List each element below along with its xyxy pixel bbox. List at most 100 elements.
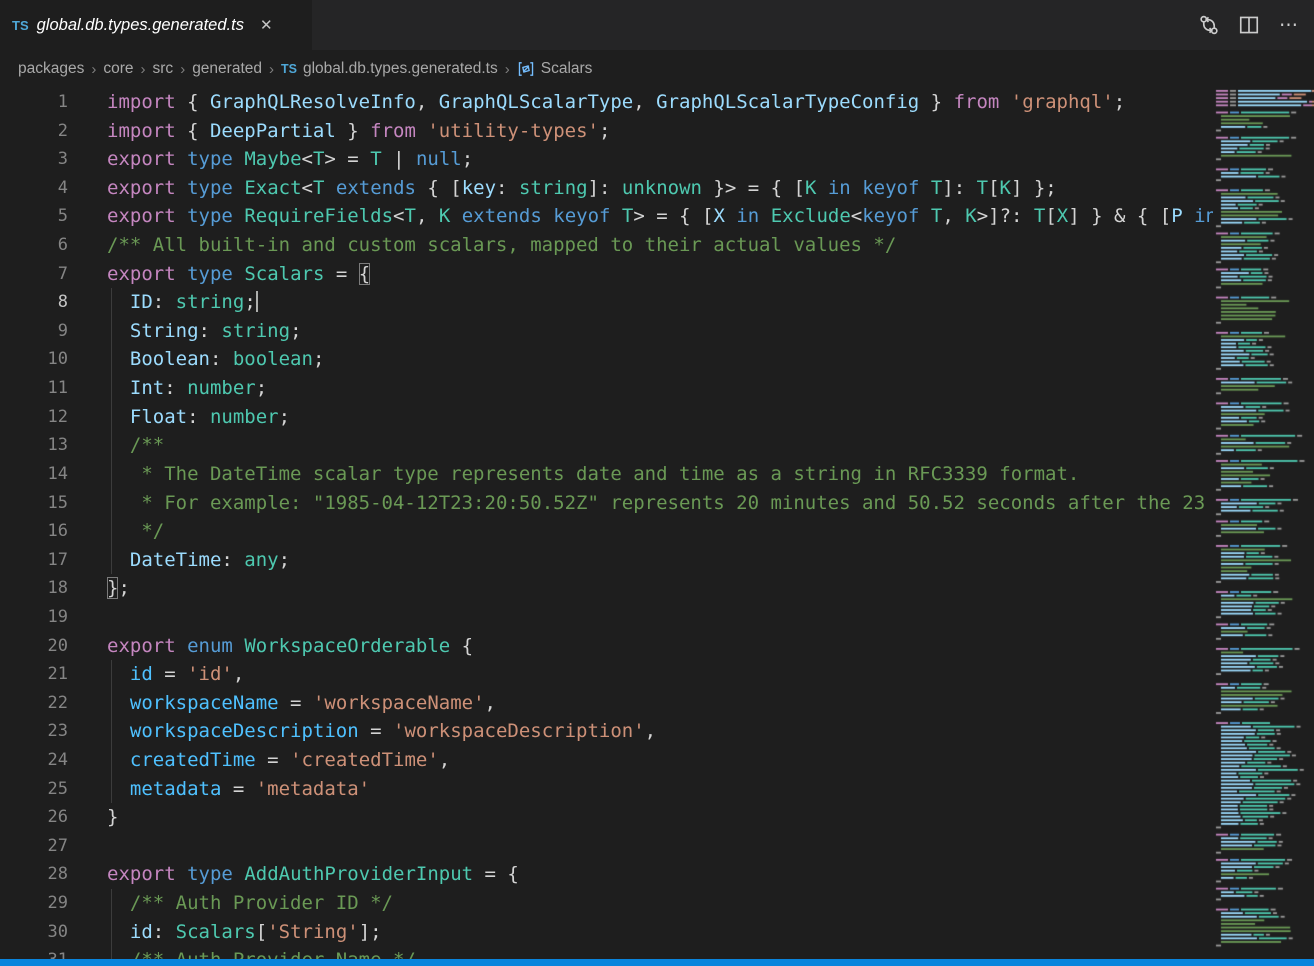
code-line[interactable]: 1 import { GraphQLResolveInfo, GraphQLSca… <box>0 88 1213 117</box>
line-number[interactable]: 27 <box>0 832 68 861</box>
breadcrumb-symbol-scalars[interactable]: Scalars <box>541 60 593 78</box>
code-editor[interactable]: 1 import { GraphQLResolveInfo, GraphQLSca… <box>0 88 1314 959</box>
code-line[interactable]: 9 String: string; <box>0 317 1213 346</box>
code-line[interactable]: 8 ID: string; <box>0 288 1213 317</box>
code-line[interactable]: 16 */ <box>0 517 1213 546</box>
code-area[interactable]: 1 import { GraphQLResolveInfo, GraphQLSca… <box>0 88 1213 959</box>
code-line[interactable]: 5 export type RequireFields<T, K extends … <box>0 202 1213 231</box>
code-line-text[interactable]: } <box>107 803 118 832</box>
line-number[interactable]: 13 <box>0 431 68 460</box>
code-line[interactable]: 11 Int: number; <box>0 374 1213 403</box>
line-number[interactable]: 22 <box>0 689 68 718</box>
line-number[interactable]: 1 <box>0 88 68 117</box>
code-line[interactable]: 20 export enum WorkspaceOrderable { <box>0 632 1213 661</box>
line-number[interactable]: 23 <box>0 717 68 746</box>
line-number[interactable]: 4 <box>0 174 68 203</box>
line-number[interactable]: 30 <box>0 918 68 947</box>
line-number[interactable]: 17 <box>0 546 68 575</box>
code-line[interactable]: 25 metadata = 'metadata' <box>0 775 1213 804</box>
tab-close-icon[interactable]: ✕ <box>258 16 275 35</box>
code-line-text[interactable]: /** All built-in and custom scalars, map… <box>107 231 896 260</box>
code-line[interactable]: 15 * For example: "1985-04-12T23:20:50.5… <box>0 489 1213 518</box>
code-line-text[interactable]: export type RequireFields<T, K extends k… <box>107 202 1213 231</box>
line-number[interactable]: 21 <box>0 660 68 689</box>
code-line[interactable]: 7 export type Scalars = { <box>0 260 1213 289</box>
line-number[interactable]: 8 <box>0 288 68 317</box>
code-line-text[interactable]: metadata = 'metadata' <box>107 775 370 804</box>
code-line[interactable]: 18}; <box>0 574 1213 603</box>
code-line-text[interactable]: ID: string; <box>107 288 258 317</box>
line-number[interactable]: 5 <box>0 202 68 231</box>
code-line-text[interactable]: /** Auth Provider Name */ <box>107 946 416 959</box>
code-line[interactable]: 21 id = 'id', <box>0 660 1213 689</box>
code-line[interactable]: 26} <box>0 803 1213 832</box>
code-line-text[interactable]: export type AddAuthProviderInput = { <box>107 860 519 889</box>
more-actions-icon[interactable]: ⋯ <box>1274 10 1304 40</box>
line-number[interactable]: 29 <box>0 889 68 918</box>
line-number[interactable]: 25 <box>0 775 68 804</box>
code-line[interactable]: 19 <box>0 603 1213 632</box>
line-number[interactable]: 7 <box>0 260 68 289</box>
code-line-text[interactable]: export enum WorkspaceOrderable { <box>107 632 473 661</box>
code-line[interactable]: 14 * The DateTime scalar type represents… <box>0 460 1213 489</box>
code-line[interactable]: 6 /** All built-in and custom scalars, ma… <box>0 231 1213 260</box>
line-number[interactable]: 18 <box>0 574 68 603</box>
code-line[interactable]: 2 import { DeepPartial } from 'utility-ty… <box>0 117 1213 146</box>
code-line[interactable]: 12 Float: number; <box>0 403 1213 432</box>
breadcrumb-generated[interactable]: generated <box>192 60 262 78</box>
code-line[interactable]: 23 workspaceDescription = 'workspaceDesc… <box>0 717 1213 746</box>
code-line-text[interactable]: DateTime: any; <box>107 546 290 575</box>
code-line-text[interactable]: Int: number; <box>107 374 267 403</box>
tab-global-db-types[interactable]: TS global.db.types.generated.ts ✕ <box>0 0 312 50</box>
line-number[interactable]: 12 <box>0 403 68 432</box>
code-line-text[interactable]: /** Auth Provider ID */ <box>107 889 393 918</box>
code-line-text[interactable]: import { GraphQLResolveInfo, GraphQLScal… <box>107 88 1125 117</box>
code-line-text[interactable]: export type Exact<T extends { [key: stri… <box>107 174 1057 203</box>
status-bar[interactable] <box>0 959 1314 966</box>
line-number[interactable]: 31 <box>0 946 68 959</box>
code-line[interactable]: 27 <box>0 832 1213 861</box>
breadcrumb-src[interactable]: src <box>153 60 174 78</box>
code-line[interactable]: 24 createdTime = 'createdTime', <box>0 746 1213 775</box>
line-number[interactable]: 14 <box>0 460 68 489</box>
code-line-text[interactable]: import { DeepPartial } from 'utility-typ… <box>107 117 610 146</box>
code-line[interactable]: 10 Boolean: boolean; <box>0 345 1213 374</box>
code-line-text[interactable]: id = 'id', <box>107 660 244 689</box>
line-number[interactable]: 19 <box>0 603 68 632</box>
code-line[interactable]: 4 export type Exact<T extends { [key: str… <box>0 174 1213 203</box>
code-line[interactable]: 28 export type AddAuthProviderInput = { <box>0 860 1213 889</box>
line-number[interactable]: 3 <box>0 145 68 174</box>
code-line[interactable]: 31 /** Auth Provider Name */ <box>0 946 1213 959</box>
code-line[interactable]: 29 /** Auth Provider ID */ <box>0 889 1213 918</box>
code-line-text[interactable]: * The DateTime scalar type represents da… <box>107 460 1079 489</box>
code-line[interactable]: 17 DateTime: any; <box>0 546 1213 575</box>
code-line-text[interactable]: Float: number; <box>107 403 290 432</box>
breadcrumb-packages[interactable]: packages <box>18 60 84 78</box>
open-changes-icon[interactable] <box>1194 10 1224 40</box>
code-line-text[interactable]: /** <box>107 431 164 460</box>
split-editor-icon[interactable] <box>1234 10 1264 40</box>
code-line[interactable]: 30 id: Scalars['String']; <box>0 918 1213 947</box>
line-number[interactable]: 24 <box>0 746 68 775</box>
code-line-text[interactable]: workspaceDescription = 'workspaceDescrip… <box>107 717 656 746</box>
code-line-text[interactable]: id: Scalars['String']; <box>107 918 382 947</box>
line-number[interactable]: 11 <box>0 374 68 403</box>
line-number[interactable]: 6 <box>0 231 68 260</box>
code-line-text[interactable]: * For example: "1985-04-12T23:20:50.52Z"… <box>107 489 1205 518</box>
code-line-text[interactable]: String: string; <box>107 317 302 346</box>
minimap[interactable] <box>1213 88 1314 959</box>
line-number[interactable]: 20 <box>0 632 68 661</box>
code-line-text[interactable]: workspaceName = 'workspaceName', <box>107 689 496 718</box>
breadcrumb-filename[interactable]: global.db.types.generated.ts <box>303 60 498 78</box>
code-line-text[interactable]: Boolean: boolean; <box>107 345 324 374</box>
line-number[interactable]: 2 <box>0 117 68 146</box>
line-number[interactable]: 10 <box>0 345 68 374</box>
code-line-text[interactable]: export type Maybe<T> = T | null; <box>107 145 473 174</box>
line-number[interactable]: 28 <box>0 860 68 889</box>
line-number[interactable]: 16 <box>0 517 68 546</box>
line-number[interactable]: 26 <box>0 803 68 832</box>
code-line-text[interactable]: createdTime = 'createdTime', <box>107 746 450 775</box>
code-line-text[interactable]: }; <box>107 574 130 603</box>
code-line-text[interactable]: export type Scalars = { <box>107 260 370 289</box>
line-number[interactable]: 9 <box>0 317 68 346</box>
